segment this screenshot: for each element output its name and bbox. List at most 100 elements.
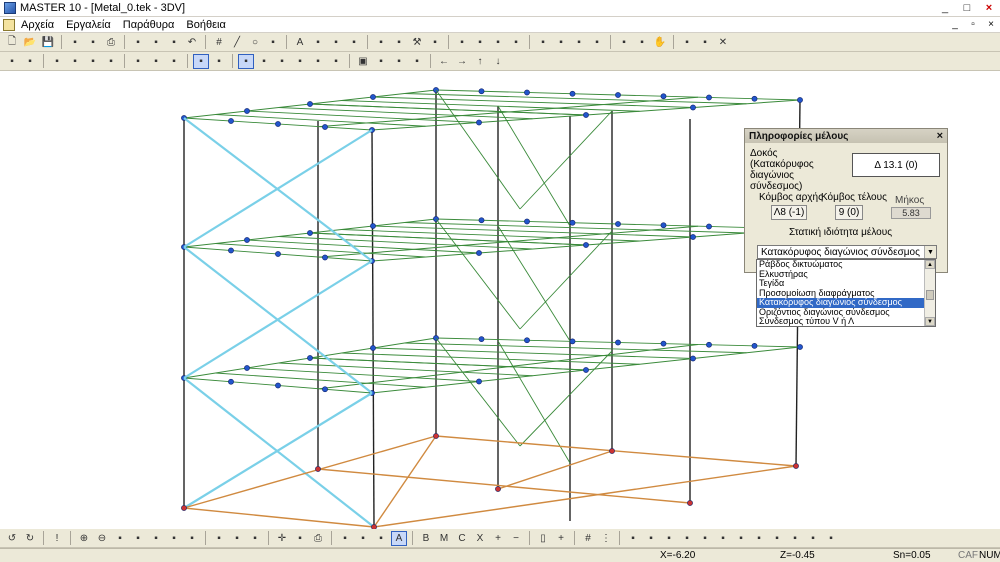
dropdown-option[interactable]: Ράβδος δικτυώματος	[757, 260, 925, 270]
text-icon[interactable]: A	[292, 35, 308, 50]
foundation-beam[interactable]	[497, 450, 613, 490]
line9-icon[interactable]: ▪	[769, 531, 785, 546]
select-icon[interactable]: ▪	[508, 35, 524, 50]
panel-close-icon[interactable]: ×	[937, 130, 943, 142]
menu-tools[interactable]: Εργαλεία	[60, 19, 117, 31]
beam-grid-icon[interactable]: ▪	[409, 54, 425, 69]
foundation-beam[interactable]	[373, 465, 797, 528]
floor-beam[interactable]	[404, 93, 747, 105]
menu-help[interactable]: Βοήθεια	[180, 19, 231, 31]
floor-node[interactable]	[244, 108, 250, 114]
v-brace[interactable]	[519, 230, 613, 330]
line1-icon[interactable]: ▪	[625, 531, 641, 546]
print-icon[interactable]: ⎙	[103, 35, 119, 50]
diagonal-brace[interactable]	[183, 377, 375, 528]
view3d-icon[interactable]: ▪	[454, 35, 470, 50]
floor-node[interactable]	[524, 337, 530, 344]
v-brace[interactable]	[519, 350, 613, 447]
wall-icon[interactable]: ▪	[229, 531, 245, 546]
load-icon[interactable]: ▪	[103, 54, 119, 69]
cut-icon[interactable]: ▪	[148, 35, 164, 50]
floor-beam[interactable]	[341, 352, 640, 365]
document-icon[interactable]	[3, 18, 15, 31]
import-icon[interactable]: ▪	[67, 35, 83, 50]
line2-icon[interactable]: ▪	[643, 531, 659, 546]
axes-icon[interactable]: ▪	[22, 54, 38, 69]
copy-icon[interactable]: ▪	[85, 35, 101, 50]
floor-node[interactable]	[307, 355, 313, 361]
text-c-icon[interactable]: C	[454, 531, 470, 546]
slab-icon[interactable]: ▪	[373, 35, 389, 50]
floor-beam[interactable]	[341, 100, 640, 112]
floor-beam[interactable]	[372, 225, 694, 238]
floor-node[interactable]	[370, 223, 376, 229]
scroll-down-icon[interactable]: ▼	[925, 317, 935, 326]
member-prop-icon[interactable]: ▪	[193, 53, 209, 69]
crop-icon[interactable]: ▪	[211, 531, 227, 546]
floor-node[interactable]	[244, 365, 250, 371]
3d-solid-icon[interactable]: ▪	[256, 54, 272, 69]
measure-icon[interactable]: ▪	[616, 35, 632, 50]
floor-node[interactable]	[569, 338, 576, 345]
floor-node[interactable]	[706, 223, 712, 230]
edit-icon[interactable]: ▪	[166, 35, 182, 50]
undo-icon[interactable]: ↶	[184, 35, 200, 50]
axis-icon[interactable]: ▪	[247, 531, 263, 546]
floor-beam[interactable]	[372, 96, 694, 108]
chevron-down-icon[interactable]: ▼	[924, 246, 936, 258]
cube-icon[interactable]: ▣	[355, 54, 371, 69]
v-brace[interactable]	[435, 89, 521, 210]
dropdown-scrollbar[interactable]: ▲ ▼	[924, 260, 935, 326]
text-b-icon[interactable]: B	[418, 531, 434, 546]
close-button[interactable]: ×	[978, 1, 1000, 16]
floor-node[interactable]	[307, 101, 313, 107]
floor-node[interactable]	[660, 340, 667, 347]
zoom-out-icon[interactable]: ⊖	[94, 531, 110, 546]
foundation-beam[interactable]	[435, 435, 797, 467]
floor-node[interactable]	[370, 94, 376, 100]
v-brace[interactable]	[497, 225, 571, 342]
array-icon[interactable]: ▪	[589, 35, 605, 50]
floor-node[interactable]	[524, 89, 530, 96]
diagonal-brace[interactable]	[183, 392, 373, 509]
support-node[interactable]	[433, 433, 439, 439]
support-node[interactable]	[495, 486, 501, 492]
floor-beam[interactable]	[309, 357, 587, 371]
floor-node[interactable]	[476, 378, 482, 385]
floor-node[interactable]	[706, 341, 712, 348]
end-node-button[interactable]: 9 (0)	[835, 205, 863, 220]
line12-icon[interactable]: ▪	[823, 531, 839, 546]
menu-files[interactable]: Αρχεία	[15, 19, 60, 31]
text-a-icon[interactable]: A	[391, 530, 407, 546]
plan-icon[interactable]: ▪	[472, 35, 488, 50]
dropdown-option[interactable]: Τεγίδα	[757, 279, 925, 289]
floor-node[interactable]	[275, 382, 281, 389]
floor-node[interactable]	[751, 95, 758, 102]
beam-icon[interactable]: ▪	[346, 35, 362, 50]
support-node[interactable]	[315, 466, 321, 472]
mdi-close-button[interactable]: ×	[982, 19, 1000, 30]
hand-icon[interactable]: ✋	[652, 35, 668, 50]
floor-node[interactable]	[228, 378, 234, 385]
floor-node[interactable]	[569, 90, 576, 97]
v-brace[interactable]	[435, 337, 521, 447]
maximize-button[interactable]: □	[956, 1, 978, 16]
support-node[interactable]	[181, 505, 187, 511]
print-icon[interactable]: ⎙	[310, 531, 326, 546]
cross-hair-icon[interactable]: +	[553, 531, 569, 546]
line6-icon[interactable]: ▪	[715, 531, 731, 546]
mdi-minimize-button[interactable]: _	[946, 19, 964, 30]
mirror-icon[interactable]: ▪	[571, 35, 587, 50]
floor-beam[interactable]	[341, 229, 640, 242]
floor-node[interactable]	[690, 234, 696, 240]
dots-icon[interactable]: ⋮	[598, 531, 614, 546]
transform-icon[interactable]: ▪	[292, 531, 308, 546]
rotate-left-icon[interactable]: ↺	[4, 531, 20, 546]
arrow-right-icon[interactable]: →	[454, 54, 470, 69]
floor-node[interactable]	[583, 112, 589, 118]
floor-node[interactable]	[228, 247, 234, 254]
rotate-icon[interactable]: ▪	[553, 35, 569, 50]
dropdown-option[interactable]: Σύνδεσμος τύπου V ή Λ	[757, 317, 925, 326]
foundation-beam[interactable]	[183, 507, 375, 528]
settings-icon[interactable]: ▪	[184, 531, 200, 546]
